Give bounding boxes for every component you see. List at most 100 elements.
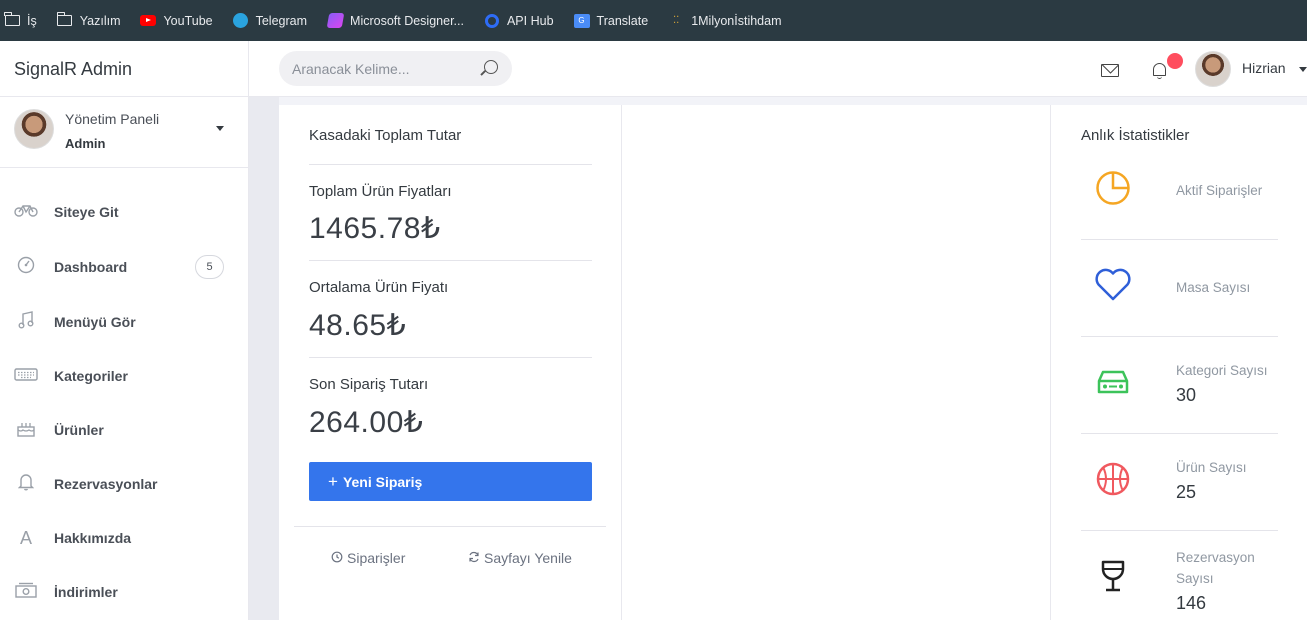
orders-link[interactable]: Siparişler — [331, 550, 405, 566]
refresh-page-link[interactable]: Sayfayı Yenile — [468, 550, 572, 566]
car-icon — [1093, 362, 1133, 402]
sidebar-profile[interactable]: Yönetim Paneli Admin — [0, 97, 248, 168]
dots-icon: ⁚⁚ — [673, 15, 680, 26]
last-order-amount-label: Son Sipariş Tutarı — [309, 376, 429, 393]
user-name[interactable]: Hizrian — [1242, 60, 1286, 76]
refresh-page-label: Sayfayı Yenile — [484, 550, 572, 566]
notification-dot — [1167, 53, 1183, 69]
bookmark-translate[interactable]: G Translate — [573, 13, 649, 28]
bookmark-1milyonistihdam[interactable]: ⁚⁚ 1Milyonİstihdam — [668, 13, 782, 28]
microsoft-designer-icon — [326, 13, 344, 28]
sidebar-item-label: Dashboard — [54, 259, 128, 275]
sidebar-item-siteye-git[interactable]: Siteye Git — [0, 197, 249, 227]
divider — [309, 164, 592, 165]
sidebar-item-label: Kategoriler — [54, 368, 128, 384]
search-box — [279, 51, 512, 86]
sidebar-item-label: Menüyü Gör — [54, 314, 136, 330]
telegram-icon — [233, 13, 249, 28]
product-count-label: Ürün Sayısı — [1176, 460, 1247, 475]
sidebar-item-hakkimizda[interactable]: A Hakkımızda — [0, 523, 249, 553]
bookmark-telegram[interactable]: Telegram — [233, 13, 308, 28]
bookmark-label: 1Milyonİstihdam — [691, 13, 782, 28]
youtube-icon — [140, 14, 157, 28]
bookmark-label: YouTube — [163, 13, 213, 28]
divider — [1081, 530, 1278, 531]
bicycle-icon — [14, 202, 38, 222]
new-order-button[interactable]: + Yeni Sipariş — [309, 462, 592, 501]
api-hub-icon — [484, 13, 500, 28]
divider — [1081, 433, 1278, 434]
sidebar-item-label: Rezervasyonlar — [54, 476, 158, 492]
keyboard-icon — [14, 366, 38, 386]
search-icon[interactable] — [484, 60, 498, 74]
divider — [1081, 336, 1278, 337]
sidebar-item-kategoriler[interactable]: Kategoriler — [0, 361, 249, 391]
bookmark-label: API Hub — [506, 13, 554, 28]
average-price-label: Ortalama Ürün Fiyatı — [309, 279, 449, 296]
sidebar: Yönetim Paneli Admin Siteye Git Dashboar… — [0, 97, 249, 620]
letter-a-icon: A — [19, 527, 32, 548]
bookmark-yazilim[interactable]: Yazılım — [56, 12, 121, 28]
bookmark-youtube[interactable]: YouTube — [140, 13, 213, 28]
category-count-label: Kategori Sayısı — [1176, 363, 1268, 378]
sidebar-item-label: İndirimler — [54, 584, 118, 600]
folder-icon — [56, 12, 73, 28]
bookmark-api-hub[interactable]: API Hub — [484, 13, 554, 28]
profile-role: Admin — [65, 136, 106, 151]
orders-link-label: Siparişler — [347, 550, 406, 566]
cash-total-title: Kasadaki Toplam Tutar — [309, 127, 462, 144]
music-icon — [14, 310, 38, 334]
total-product-price-label: Toplam Ürün Fiyatları — [309, 183, 452, 200]
sidebar-item-label: Ürünler — [54, 422, 104, 438]
last-order-amount-value: 264.00₺ — [309, 406, 424, 439]
instant-stats-title: Anlık İstatistikler — [1081, 127, 1190, 144]
mail-icon[interactable] — [1101, 64, 1119, 77]
sidebar-item-dashboard[interactable]: Dashboard 5 — [0, 252, 249, 282]
category-count-value: 30 — [1176, 385, 1197, 405]
sidebar-item-indirimler[interactable]: İndirimler — [0, 577, 249, 607]
profile-chevron-down-icon[interactable] — [216, 126, 224, 131]
translate-icon: G — [573, 13, 590, 28]
divider — [294, 526, 606, 527]
sidebar-item-menuyu-gor[interactable]: Menüyü Gör — [0, 307, 249, 337]
bookmarks-bar: İş Yazılım YouTube Telegram Microsoft De… — [0, 0, 1307, 41]
divider — [1081, 239, 1278, 240]
bookmark-label: İş — [27, 13, 37, 28]
sidebar-item-rezervasyonlar[interactable]: Rezervasyonlar — [0, 469, 249, 499]
table-count-label: Masa Sayısı — [1176, 280, 1251, 295]
brand-title[interactable]: SignalR Admin — [0, 41, 249, 97]
bookmark-is[interactable]: İş — [4, 12, 37, 28]
notification-bell-icon[interactable] — [1152, 61, 1167, 79]
history-icon — [331, 551, 343, 566]
reservation-count-label: Rezervasyon Sayısı — [1176, 550, 1255, 586]
sidebar-item-label: Hakkımızda — [54, 530, 132, 546]
user-avatar[interactable] — [1195, 51, 1231, 87]
user-menu-chevron-down-icon[interactable] — [1299, 67, 1307, 72]
average-price-value: 48.65₺ — [309, 309, 407, 342]
wine-glass-icon — [1093, 556, 1133, 596]
bookmark-label: Telegram — [255, 13, 308, 28]
plus-icon: + — [328, 471, 338, 491]
bookmark-label: Translate — [596, 13, 649, 28]
sidebar-item-label: Siteye Git — [54, 204, 119, 220]
dashboard-count-badge: 5 — [195, 255, 224, 279]
top-navbar: SignalR Admin — [0, 41, 1307, 97]
heart-icon — [1093, 265, 1133, 305]
profile-avatar — [14, 109, 54, 149]
basketball-icon — [1093, 459, 1133, 499]
bell-icon — [14, 473, 38, 496]
bookmark-label: Microsoft Designer... — [350, 13, 464, 28]
new-order-label: Yeni Sipariş — [342, 473, 423, 490]
content-gutter — [249, 97, 279, 620]
column-divider — [621, 105, 622, 620]
bookmark-label: Yazılım — [79, 13, 121, 28]
total-product-price-value: 1465.78₺ — [309, 212, 441, 245]
divider — [309, 260, 592, 261]
bookmark-microsoft-designer[interactable]: Microsoft Designer... — [326, 13, 464, 28]
profile-name: Yönetim Paneli — [65, 111, 160, 127]
search-input[interactable] — [292, 60, 472, 77]
column-divider — [1050, 105, 1051, 620]
folder-icon — [4, 12, 20, 28]
active-orders-label: Aktif Siparişler — [1176, 183, 1263, 198]
sidebar-item-urunler[interactable]: Ürünler — [0, 415, 249, 445]
